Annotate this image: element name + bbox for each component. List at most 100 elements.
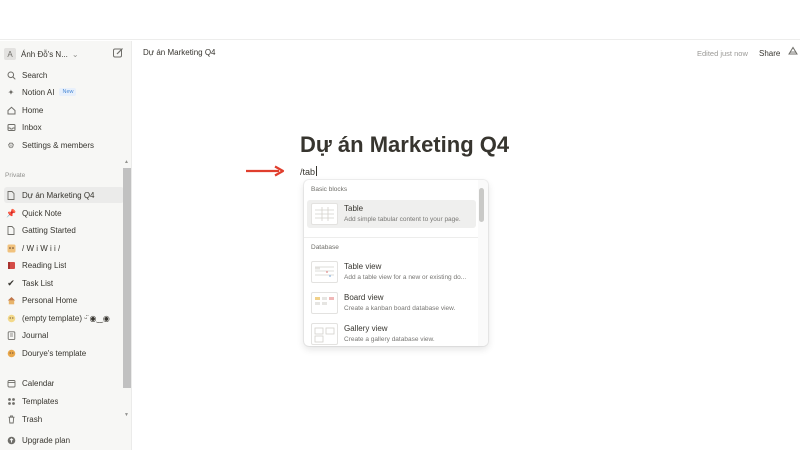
upgrade-plan-button[interactable]: Upgrade plan — [4, 432, 124, 448]
sidebar-page-journal[interactable]: Journal — [4, 327, 124, 343]
journal-icon — [6, 330, 16, 340]
sidebar-page-task-list[interactable]: ✔ Task List — [4, 275, 124, 291]
sidebar-item-label: Search — [22, 70, 48, 80]
sidebar-item-label: Calendar — [22, 378, 55, 388]
menu-item-table-view[interactable]: Table view Add a table view for a new or… — [307, 258, 476, 286]
sidebar-item-label: Inbox — [22, 122, 42, 132]
sidebar-item-label: Gatting Started — [22, 225, 76, 235]
menu-item-description: Add a table view for a new or existing d… — [344, 274, 467, 281]
board-view-icon — [311, 292, 338, 314]
sidebar-page-gatting-started[interactable]: Gatting Started — [4, 222, 124, 238]
menu-section-database: Database — [311, 244, 339, 251]
sidebar-item-calendar[interactable]: Calendar — [4, 375, 124, 391]
command-input[interactable]: /tab — [300, 166, 318, 177]
scroll-down-icon[interactable]: ▼ — [124, 412, 129, 418]
share-button[interactable]: Share — [759, 49, 780, 58]
sidebar-item-label: Trash — [22, 414, 43, 424]
sidebar-item-settings[interactable]: ⚙ Settings & members — [4, 137, 124, 153]
sidebar-item-label: Personal Home — [22, 295, 78, 305]
table-block-icon — [311, 203, 338, 225]
sidebar-item-notion-ai[interactable]: ✦ Notion AI New — [4, 84, 124, 100]
slash-command-menu: Basic blocks Table Add simple tabular co… — [304, 180, 488, 346]
sidebar-item-trash[interactable]: Trash — [4, 411, 124, 427]
check-icon: ✔ — [7, 277, 15, 288]
browser-top-strip — [0, 0, 800, 40]
sidebar-item-search[interactable]: Search — [4, 67, 124, 83]
sidebar-item-home[interactable]: Home — [4, 102, 124, 118]
table-view-icon — [311, 261, 338, 283]
chevron-down-icon: ⌄ — [71, 49, 79, 59]
house-icon — [6, 295, 16, 305]
emoji-icon — [6, 348, 16, 358]
new-badge: New — [59, 88, 77, 96]
home-icon — [6, 105, 16, 115]
sidebar-page-quick-note[interactable]: 📌 Quick Note — [4, 205, 124, 221]
menu-item-board-view[interactable]: Board view Create a kanban board databas… — [307, 289, 476, 317]
sidebar-scrollbar-thumb[interactable] — [123, 168, 131, 388]
inbox-icon — [6, 122, 16, 132]
trash-icon — [6, 414, 16, 424]
sidebar-page-wiwii[interactable]: / W i W i i / — [4, 240, 124, 256]
menu-item-description: Create a kanban board database view. — [344, 305, 456, 312]
page-icon — [6, 190, 16, 200]
menu-item-title: Table — [344, 204, 364, 213]
sidebar-item-label: Quick Note — [22, 208, 62, 218]
search-icon — [6, 70, 16, 80]
pin-icon: 📌 — [6, 208, 16, 218]
sidebar-page-personal-home[interactable]: Personal Home — [4, 292, 124, 308]
menu-item-gallery-view[interactable]: Gallery view Create a gallery database v… — [307, 320, 476, 346]
menu-item-table[interactable]: Table Add simple tabular content to your… — [307, 200, 476, 228]
sidebar-item-label: (empty template) ᵕ̈ ◉‿◉ — [22, 313, 110, 323]
upgrade-icon — [6, 435, 16, 445]
red-arrow-annotation — [246, 165, 285, 177]
menu-divider — [304, 237, 478, 238]
sidebar-page-dourye-template[interactable]: Dourye's template — [4, 345, 124, 361]
sidebar-item-label: Notion AI — [22, 87, 55, 97]
scroll-up-icon[interactable]: ▲ — [124, 159, 129, 165]
sidebar-item-label: Reading List — [22, 260, 67, 270]
gallery-view-icon — [311, 323, 338, 345]
edited-status: Edited just now — [697, 49, 748, 58]
sidebar-page-empty-template[interactable]: (empty template) ᵕ̈ ◉‿◉ — [4, 310, 124, 326]
workspace-avatar: A — [4, 48, 16, 60]
more-options-icon[interactable] — [787, 45, 799, 57]
sidebar-item-label: Dự án Marketing Q4 — [22, 190, 95, 200]
emoji-icon — [6, 243, 16, 253]
sidebar-item-label: / W i W i i / — [22, 243, 61, 253]
section-label-private: Private — [5, 172, 26, 179]
page-header: Dự án Marketing Q4 Edited just now Share — [132, 41, 800, 67]
sidebar-item-label: Dourye's template — [22, 348, 87, 358]
menu-item-description: Add simple tabular content to your page. — [344, 216, 461, 223]
menu-scrollbar-thumb[interactable] — [479, 188, 484, 222]
page-icon — [6, 225, 16, 235]
menu-section-basic-blocks: Basic blocks — [311, 186, 348, 193]
calendar-icon — [6, 378, 16, 388]
sidebar-item-label: Settings & members — [22, 140, 95, 150]
page-title[interactable]: Dự án Marketing Q4 — [300, 132, 509, 158]
sidebar-item-label: Home — [22, 105, 44, 115]
templates-icon — [6, 396, 16, 406]
workspace-switcher[interactable]: A Ánh Đỗ's N... ⌄ — [4, 45, 128, 63]
menu-item-title: Table view — [344, 262, 382, 271]
menu-item-title: Board view — [344, 293, 384, 302]
text-caret — [316, 166, 318, 176]
new-page-icon[interactable] — [112, 47, 124, 59]
sidebar-item-label: Upgrade plan — [22, 435, 71, 445]
sidebar-item-templates[interactable]: Templates — [4, 393, 124, 409]
workspace-name: Ánh Đỗ's N... — [21, 49, 68, 59]
sidebar-item-label: Templates — [22, 396, 59, 406]
sidebar-item-label: Task List — [22, 278, 54, 288]
menu-item-title: Gallery view — [344, 324, 388, 333]
menu-item-description: Create a gallery database view. — [344, 336, 435, 343]
sidebar-item-inbox[interactable]: Inbox — [4, 119, 124, 135]
sidebar-page-reading-list[interactable]: Reading List — [4, 257, 124, 273]
sparkle-icon: ✦ — [7, 87, 15, 97]
command-text: /tab — [300, 167, 316, 177]
breadcrumb[interactable]: Dự án Marketing Q4 — [143, 48, 216, 57]
gear-icon: ⚙ — [7, 140, 15, 150]
sidebar-item-label: Journal — [22, 330, 49, 340]
sidebar-page-du-an-marketing[interactable]: Dự án Marketing Q4 — [4, 187, 124, 203]
emoji-icon — [6, 313, 16, 323]
book-icon — [6, 260, 16, 270]
sidebar: A Ánh Đỗ's N... ⌄ Search ✦ Notion AI New… — [0, 41, 132, 450]
